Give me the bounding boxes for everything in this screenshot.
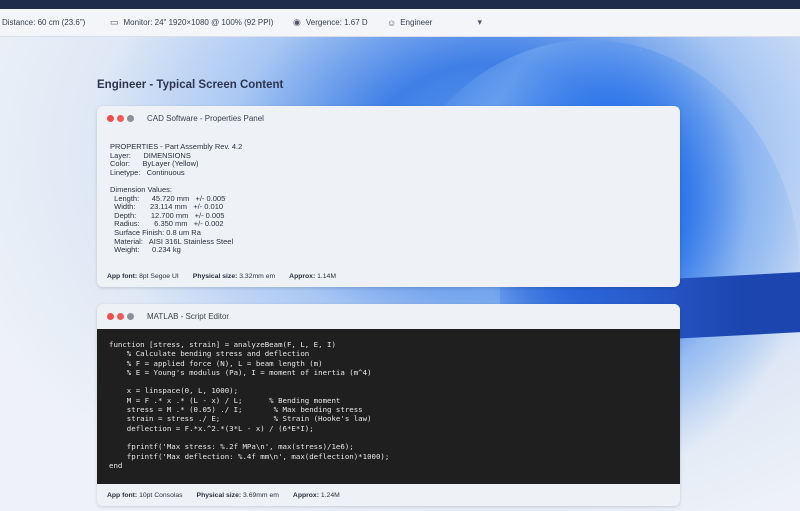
vergence-readout: ◉ Vergence: 1.67 D	[293, 17, 368, 27]
cad-title: CAD Software - Properties Panel	[147, 114, 264, 123]
page-title: Engineer - Typical Screen Content	[97, 79, 284, 91]
person-icon: ☺	[387, 17, 397, 28]
matlab-titlebar: MATLAB - Script Editor	[97, 304, 680, 329]
matlab-code[interactable]: function [stress, strain] = analyzeBeam(…	[97, 329, 680, 484]
distance-readout: Distance: 60 cm (23.6")	[2, 18, 86, 27]
profile-select[interactable]: ☺ Engineer ▾	[387, 17, 482, 28]
maximize-button[interactable]	[127, 115, 134, 122]
close-button[interactable]	[107, 313, 114, 320]
matlab-title: MATLAB - Script Editor	[147, 312, 230, 321]
minimize-button[interactable]	[117, 115, 124, 122]
monitor-readout: ▭ Monitor: 24" 1920×1080 @ 100% (92 PPI)	[110, 17, 274, 27]
property-line: Color: ByLayer (Yellow)	[110, 159, 199, 169]
cad-properties: PROPERTIES - Part Assembly Rev. 4.2 Layer…	[97, 131, 680, 255]
cad-titlebar: CAD Software - Properties Panel	[97, 106, 680, 131]
matlab-footer: App font: 10pt Consolas Physical size: 3…	[107, 492, 340, 499]
eye-icon: ◉	[293, 17, 301, 27]
matlab-panel: MATLAB - Script Editor function [stress,…	[97, 304, 680, 506]
property-line	[110, 177, 680, 186]
cad-panel: CAD Software - Properties Panel PROPERTI…	[97, 106, 680, 287]
top-strip	[0, 0, 800, 9]
property-line: Linetype: Continuous	[110, 167, 185, 177]
monitor-icon: ▭	[110, 17, 119, 27]
property-line: PROPERTIES - Part Assembly Rev. 4.2	[110, 142, 243, 151]
maximize-button[interactable]	[127, 313, 134, 320]
minimize-button[interactable]	[117, 313, 124, 320]
property-line: Weight: 0.234 kg	[110, 245, 181, 255]
toolbar: Distance: 60 cm (23.6") ▭ Monitor: 24" 1…	[0, 9, 800, 37]
close-button[interactable]	[107, 115, 114, 122]
property-line: Material: AISI 316L Stainless Steel	[110, 236, 234, 246]
chevron-down-icon: ▾	[477, 17, 482, 27]
cad-footer: App font: 8pt Segoe UI Physical size: 3.…	[107, 273, 336, 280]
